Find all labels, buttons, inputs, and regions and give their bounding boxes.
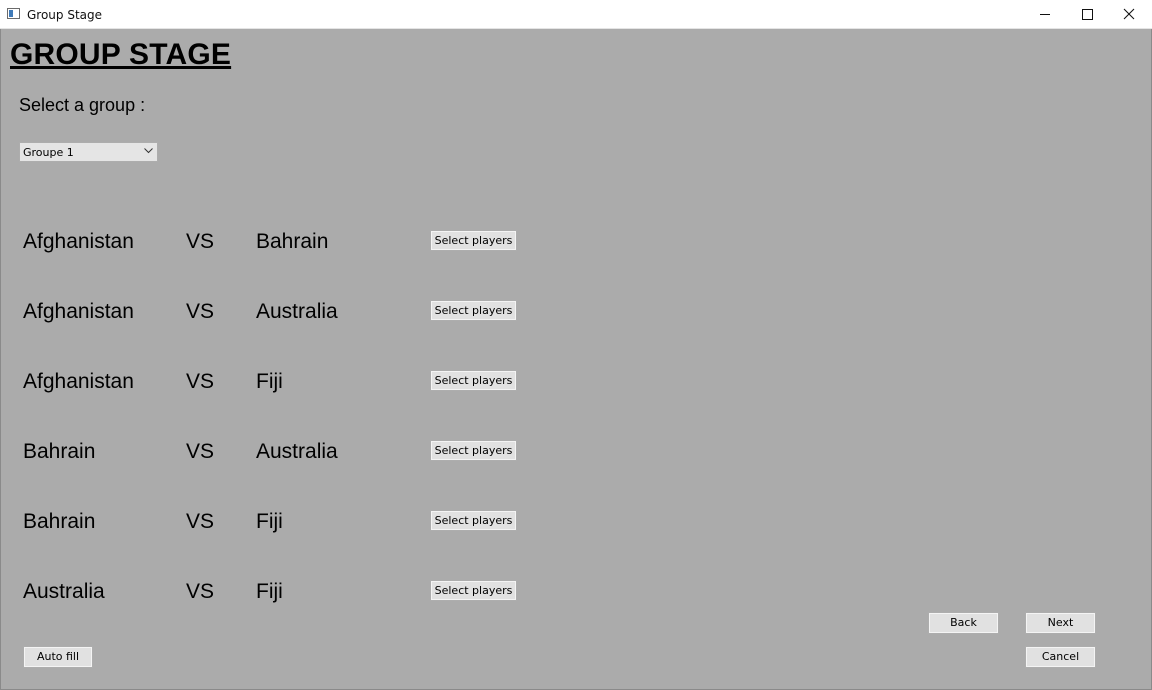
back-button[interactable]: Back (928, 612, 999, 634)
vs-label: VS (186, 440, 215, 463)
auto-fill-button[interactable]: Auto fill (23, 646, 93, 668)
match-row: Australia VS Fiji Select players (0, 572, 560, 612)
group-select-value: Groupe 1 (23, 146, 74, 159)
vs-label: VS (186, 370, 215, 393)
team-b-label: Australia (256, 300, 338, 323)
window-title: Group Stage (27, 8, 103, 22)
chevron-down-icon (144, 148, 153, 154)
group-select-dropdown[interactable]: Groupe 1 (19, 142, 158, 162)
maximize-button[interactable] (1064, 0, 1108, 29)
team-a-label: Afghanistan (23, 230, 134, 253)
app-window-icon (7, 8, 20, 19)
team-b-label: Australia (256, 440, 338, 463)
team-a-label: Afghanistan (23, 370, 134, 393)
match-row: Bahrain VS Australia Select players (0, 432, 560, 472)
close-icon (1123, 8, 1135, 20)
team-b-label: Fiji (256, 580, 283, 603)
select-players-button[interactable]: Select players (430, 580, 517, 601)
select-players-button[interactable]: Select players (430, 440, 517, 461)
vs-label: VS (186, 580, 215, 603)
cancel-button[interactable]: Cancel (1025, 646, 1096, 668)
vs-label: VS (186, 510, 215, 533)
close-button[interactable] (1107, 0, 1151, 29)
team-b-label: Bahrain (256, 230, 329, 253)
group-select-label: Select a group : (19, 95, 146, 115)
minimize-icon (1040, 14, 1050, 15)
match-row: Afghanistan VS Fiji Select players (0, 362, 560, 402)
team-a-label: Bahrain (23, 440, 96, 463)
match-row: Afghanistan VS Australia Select players (0, 292, 560, 332)
team-b-label: Fiji (256, 370, 283, 393)
page-title: GROUP STAGE (10, 38, 232, 71)
match-row: Afghanistan VS Bahrain Select players (0, 222, 560, 262)
team-b-label: Fiji (256, 510, 283, 533)
vs-label: VS (186, 300, 215, 323)
next-button[interactable]: Next (1025, 612, 1096, 634)
team-a-label: Afghanistan (23, 300, 134, 323)
match-row: Bahrain VS Fiji Select players (0, 502, 560, 542)
vs-label: VS (186, 230, 215, 253)
minimize-button[interactable] (1022, 0, 1066, 29)
maximize-icon (1082, 9, 1093, 20)
select-players-button[interactable]: Select players (430, 300, 517, 321)
team-a-label: Australia (23, 580, 105, 603)
select-players-button[interactable]: Select players (430, 510, 517, 531)
team-a-label: Bahrain (23, 510, 96, 533)
title-bar[interactable]: Group Stage (0, 0, 1152, 29)
select-players-button[interactable]: Select players (430, 230, 517, 251)
select-players-button[interactable]: Select players (430, 370, 517, 391)
